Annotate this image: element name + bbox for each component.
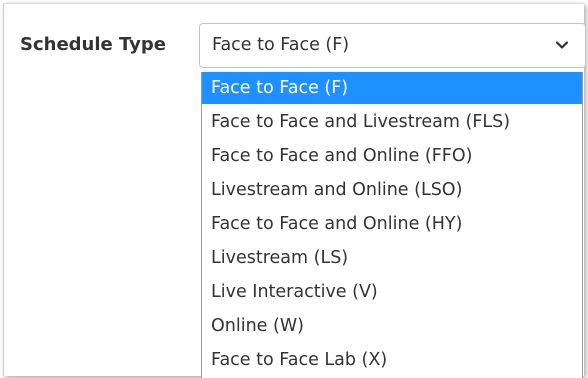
option-face-to-face-online-ffo[interactable]: Face to Face and Online (FFO) [202, 140, 582, 172]
option-face-to-face-online-hy[interactable]: Face to Face and Online (HY) [202, 208, 582, 240]
option-livestream-online-lso[interactable]: Livestream and Online (LSO) [202, 174, 582, 206]
option-online-w[interactable]: Online (W) [202, 310, 582, 342]
option-face-to-face-livestream-fls[interactable]: Face to Face and Livestream (FLS) [202, 106, 582, 138]
schedule-type-label: Schedule Type [20, 34, 166, 55]
option-live-interactive-v[interactable]: Live Interactive (V) [202, 276, 582, 308]
schedule-type-select[interactable]: Face to Face (F) [199, 23, 586, 68]
option-livestream-ls[interactable]: Livestream (LS) [202, 242, 582, 274]
schedule-type-listbox: Face to Face (F) Face to Face and Livest… [201, 72, 583, 378]
select-current-value: Face to Face (F) [212, 35, 350, 55]
option-face-to-face-lab-x[interactable]: Face to Face Lab (X) [202, 344, 582, 376]
chevron-down-icon [555, 41, 569, 49]
option-face-to-face-f[interactable]: Face to Face (F) [202, 72, 582, 104]
